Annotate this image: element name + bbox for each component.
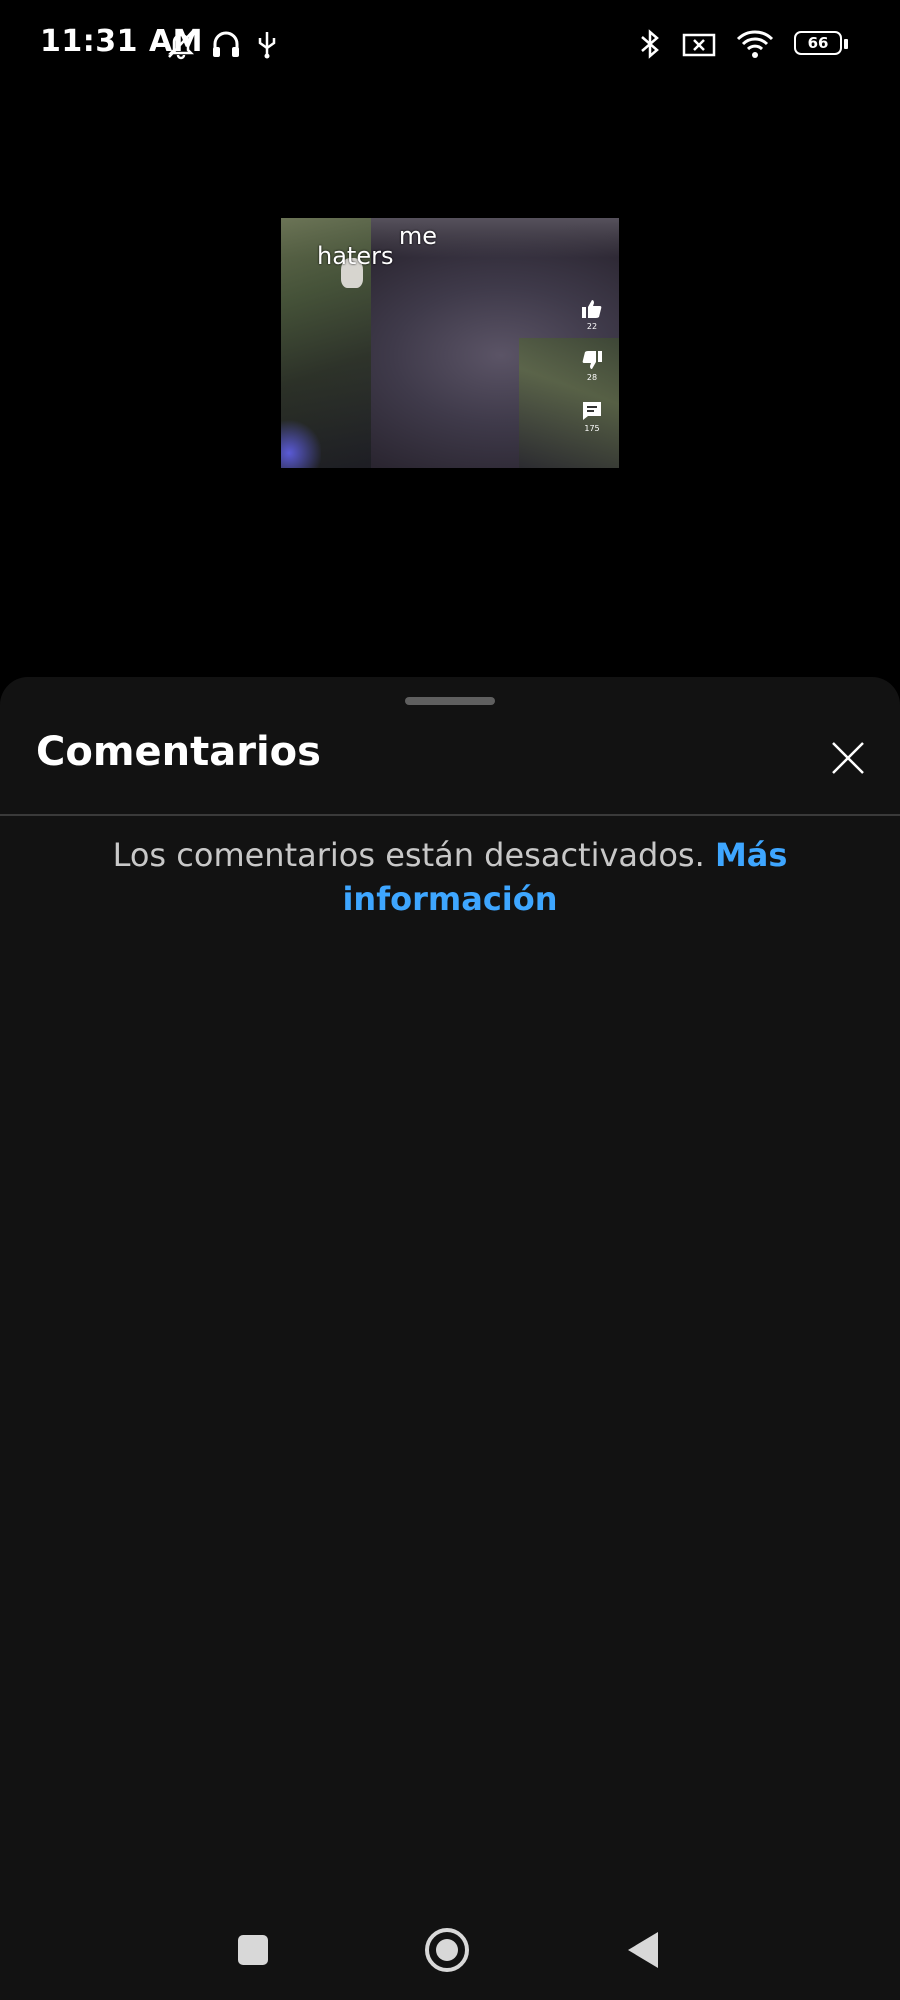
headphones-icon	[210, 28, 242, 60]
close-button[interactable]	[824, 734, 872, 782]
comment-count: 175	[584, 424, 600, 433]
usb-icon	[256, 28, 278, 60]
battery-icon: 66	[794, 31, 848, 57]
divider	[0, 814, 900, 816]
video-player[interactable]: me haters 22 28 175	[281, 218, 619, 468]
close-icon	[832, 742, 864, 774]
status-left-icons	[166, 28, 278, 60]
recents-button[interactable]	[223, 1920, 283, 1980]
back-button[interactable]	[613, 1920, 673, 1980]
bluetooth-icon	[638, 28, 662, 60]
sheet-title: Comentarios	[36, 729, 321, 775]
comments-disabled-notice: Los comentarios están desactivados. Más …	[60, 833, 840, 921]
video-actions: 22 28 175	[579, 298, 605, 451]
status-right-icons: 66	[638, 28, 848, 60]
wifi-icon	[736, 29, 774, 59]
like-count: 22	[586, 322, 598, 331]
drag-handle[interactable]	[405, 697, 495, 705]
dislike-count: 28	[586, 373, 598, 382]
battery-level: 66	[807, 34, 829, 52]
comments-sheet: Comentarios Los comentarios están desact…	[0, 677, 900, 2000]
navigation-bar	[0, 1900, 900, 2000]
comment-icon	[583, 402, 601, 420]
dislike-button[interactable]: 28	[581, 349, 603, 382]
video-caption: me haters	[317, 224, 457, 268]
triangle-back-icon	[628, 1932, 658, 1968]
thumbs-up-icon	[582, 300, 602, 318]
comments-disabled-text: Los comentarios están desactivados.	[112, 836, 705, 874]
home-button[interactable]	[417, 1920, 477, 1980]
sim-off-icon	[682, 30, 716, 58]
like-button[interactable]: 22	[581, 298, 603, 331]
circle-icon	[425, 1928, 469, 1972]
comments-button[interactable]: 175	[581, 400, 603, 433]
bell-off-icon	[166, 28, 196, 60]
square-icon	[238, 1935, 268, 1965]
thumbs-down-icon	[582, 351, 602, 369]
status-bar: 11:31 AM 66	[0, 0, 900, 92]
